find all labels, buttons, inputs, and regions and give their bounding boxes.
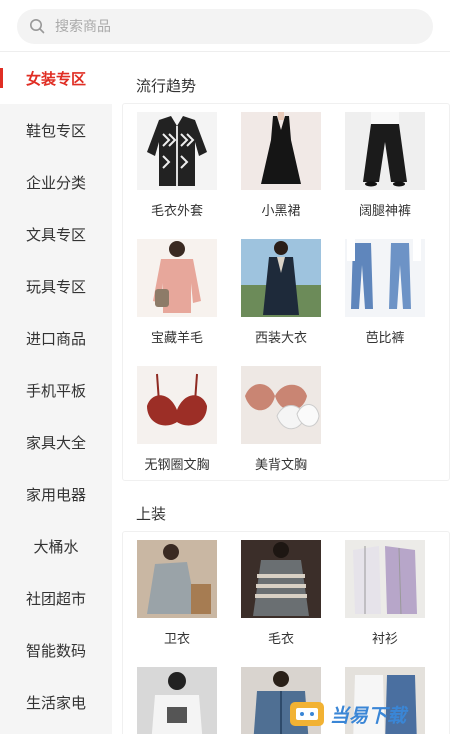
sidebar-item-label: 手机平板 [25, 381, 86, 400]
sidebar-item-label: 大桶水 [33, 537, 79, 556]
svg-text:当易下载: 当易下载 [330, 705, 409, 727]
search-bar [0, 0, 450, 52]
suit-coat-image [241, 239, 321, 317]
product-label: 卫衣 [163, 632, 190, 647]
section-title-trending: 流行趋势 [136, 77, 197, 95]
product-label: 西装大衣 [254, 331, 307, 346]
product-label: 阔腿神裤 [358, 204, 411, 219]
category-sidebar: 女装专区 鞋包专区 企业分类 文具专区 玩具专区 进口商品 手机平板 家具大全 … [0, 52, 112, 734]
sidebar-item-label: 家具大全 [25, 433, 86, 452]
search-icon [30, 19, 45, 34]
product-tile[interactable]: 阔腿神裤 [333, 112, 437, 219]
sidebar-item-appliances[interactable]: 家用电器 [0, 468, 112, 520]
sidebar-item-label: 玩具专区 [25, 277, 86, 296]
sidebar-item-label: 家用电器 [25, 485, 86, 504]
search-input[interactable] [55, 9, 415, 44]
striped-sweater-image [241, 540, 321, 618]
trending-panel: 毛衣外套 小黑裙 阔腿神裤 宝藏羊毛 西装大衣 芭比裤 无钢圈文胸 美背文胸 [122, 103, 450, 481]
product-tile[interactable]: 无钢圈文胸 [125, 366, 229, 473]
product-label: 宝藏羊毛 [150, 331, 203, 346]
tshirt-image [137, 667, 217, 734]
sidebar-item-label: 文具专区 [25, 225, 86, 244]
wool-sweater-image [137, 239, 217, 317]
sidebar-item-label: 女装专区 [25, 69, 86, 88]
sidebar-item-label: 生活家电 [25, 693, 86, 712]
sidebar-item-label: 智能数码 [25, 641, 86, 660]
product-label: 毛衣外套 [150, 204, 203, 219]
product-tile[interactable]: 西装大衣 [229, 239, 333, 346]
product-tile[interactable]: 衬衫 [333, 540, 437, 647]
watermark-logo: 当易下载 [290, 702, 409, 727]
category-content: 流行趋势 毛衣外套 小黑裙 阔腿神裤 宝藏羊毛 西装大衣 芭比裤 无钢圈文胸 美… [112, 52, 450, 734]
product-label: 小黑裙 [261, 204, 301, 219]
jeans-image [345, 239, 425, 317]
sidebar-item-imports[interactable]: 进口商品 [0, 312, 112, 364]
product-tile[interactable]: 卫衣 [125, 540, 229, 647]
sidebar-item-home-appliances[interactable]: 生活家电 [0, 676, 112, 728]
sidebar-item-stationery[interactable]: 文具专区 [0, 208, 112, 260]
product-tile[interactable]: 小黑裙 [229, 112, 333, 219]
sidebar-item-toys[interactable]: 玩具专区 [0, 260, 112, 312]
section-title-tops: 上装 [136, 505, 167, 523]
hoodie-image [137, 540, 217, 618]
sidebar-item-shoes-bags[interactable]: 鞋包专区 [0, 104, 112, 156]
sidebar-item-label: 鞋包专区 [25, 121, 86, 140]
sidebar-item-label: 企业分类 [25, 173, 86, 192]
product-label: 芭比裤 [365, 331, 405, 346]
sidebar-item-enterprise[interactable]: 企业分类 [0, 156, 112, 208]
product-label: 毛衣 [267, 632, 294, 647]
sidebar-item-digital[interactable]: 智能数码 [0, 624, 112, 676]
shirt-image [345, 540, 425, 618]
product-tile[interactable]: 宝藏羊毛 [125, 239, 229, 346]
cardigan-image [137, 112, 217, 190]
sidebar-item-label: 进口商品 [25, 329, 86, 348]
sidebar-item-group-market[interactable]: 社团超市 [0, 572, 112, 624]
product-tile[interactable]: 毛衣 [229, 540, 333, 647]
red-bra-image [137, 366, 217, 444]
black-dress-image [241, 112, 321, 190]
wide-leg-pants-image [345, 112, 425, 190]
sidebar-item-label: 社团超市 [25, 589, 86, 608]
product-label: 美背文胸 [254, 458, 307, 473]
lace-bra-image [241, 366, 321, 444]
search-box[interactable] [17, 9, 433, 44]
product-tile[interactable] [125, 667, 229, 734]
sidebar-item-bottled-water[interactable]: 大桶水 [0, 520, 112, 572]
sidebar-item-furniture[interactable]: 家具大全 [0, 416, 112, 468]
product-label: 衬衫 [371, 632, 398, 647]
sidebar-item-phones-tablets[interactable]: 手机平板 [0, 364, 112, 416]
product-tile[interactable]: 芭比裤 [333, 239, 437, 346]
sidebar-item-womens-wear[interactable]: 女装专区 [0, 52, 112, 104]
product-label: 无钢圈文胸 [144, 458, 210, 473]
product-tile[interactable]: 毛衣外套 [125, 112, 229, 219]
product-tile[interactable]: 美背文胸 [229, 366, 333, 473]
